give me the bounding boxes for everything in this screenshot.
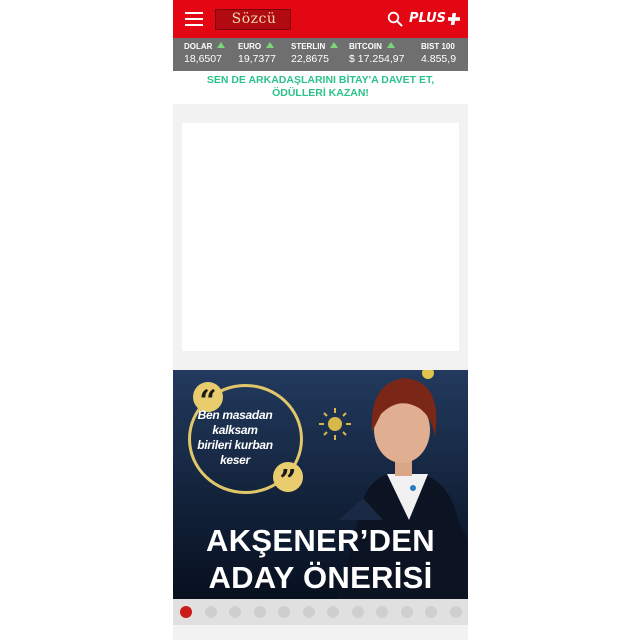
slider-dot[interactable] [327,606,339,618]
ticker-value: 4.855,9 [421,53,457,65]
plus-icon [448,13,460,25]
ticker-name: BITCOIN [349,42,382,51]
promo-banner[interactable]: SEN DE ARKADAŞLARINI BİTAY'A DAVET ET, Ö… [173,71,468,104]
slider-dot[interactable] [376,606,388,618]
ticker-item-bist100[interactable]: BIST 100 4.855,9 [421,41,456,69]
arrow-up-icon [266,42,275,48]
slider-pagination [173,599,468,625]
ticker-value: $ 17.254,97 [349,53,405,65]
slider-dot[interactable] [302,606,315,618]
hero-headline: AKŞENER’DEN ADAY ÖNERİSİ [173,522,468,596]
ticker-value: 18,6507 [184,53,222,65]
ticker-name: BIST 100 [421,42,455,51]
currency-ticker[interactable]: DOLAR 18,6507 EURO 19,7377 STERLIN 22,86… [173,38,468,71]
slider-dot[interactable] [351,606,364,618]
ticker-item-bitcoin[interactable]: BITCOIN $ 17.254,97 [349,41,404,69]
plus-label: PLUS [409,11,447,26]
quote-text: Ben masadan kalksam birileri kurban kese… [197,408,273,467]
arrow-up-icon [330,42,339,48]
promo-line-1: SEN DE ARKADAŞLARINI BİTAY'A DAVET ET, [206,74,435,86]
menu-icon [185,12,203,14]
ad-placeholder [182,123,459,351]
slider-dot[interactable] [449,606,462,618]
slider-dot[interactable] [278,606,290,618]
ticker-value: 19,7377 [238,53,276,65]
slider-dot[interactable] [253,606,266,618]
menu-button[interactable] [185,11,203,27]
ticker-item-sterlin[interactable]: STERLIN 22,8675 [291,41,339,69]
headline-line-2: ADAY ÖNERİSİ [208,560,433,595]
ticker-item-euro[interactable]: EURO 19,7377 [238,41,276,69]
slider-dot[interactable] [180,606,192,618]
ticker-value: 22,8675 [291,53,329,65]
arrow-up-icon [386,42,395,48]
hero-news-card[interactable]: “ ” Ben masadan kalksam birileri kurban … [173,370,468,599]
slider-dot[interactable] [425,606,437,618]
headline-line-1: AKŞENER’DEN [206,523,435,558]
slider-dot[interactable] [204,606,217,618]
ticker-name: STERLIN [291,42,326,51]
quote-icon: ” [273,462,303,499]
ticker-name: EURO [238,42,262,51]
site-logo[interactable]: Sözcü [215,9,291,30]
slider-dot[interactable] [400,606,413,618]
slider-dot[interactable] [229,606,241,618]
promo-line-2: ÖDÜLLERİ KAZAN! [272,87,369,99]
search-button[interactable] [387,11,403,27]
ticker-item-dolar[interactable]: DOLAR 18,6507 [184,41,226,69]
plus-button[interactable]: PLUS [409,9,461,29]
ticker-name: DOLAR [184,42,213,51]
search-icon [387,11,403,27]
site-header: Sözcü PLUS [173,0,468,38]
arrow-up-icon [217,42,226,48]
mobile-page: Sözcü PLUS DOLAR 18,6507 EURO 19,7377 ST… [173,0,468,640]
logo-text: Sözcü [231,11,277,27]
